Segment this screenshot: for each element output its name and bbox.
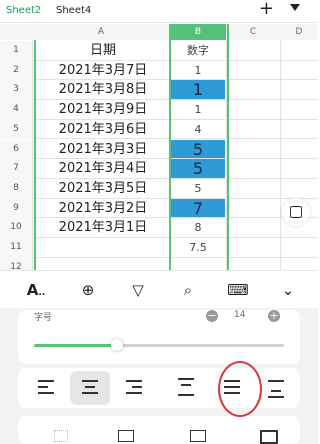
cell-d[interactable]: [280, 179, 318, 199]
outer-border-icon[interactable]: [190, 430, 206, 442]
row-header[interactable]: 5: [0, 119, 32, 140]
text-format-icon[interactable]: A..: [22, 279, 50, 301]
font-size-label: 字号: [34, 313, 53, 323]
align-bottom-button[interactable]: [256, 371, 296, 405]
column-header-c[interactable]: C: [226, 24, 280, 40]
font-size-value: 14: [234, 310, 246, 320]
row-header[interactable]: 11: [0, 238, 32, 258]
expand-view-button[interactable]: [282, 198, 310, 226]
filter-icon[interactable]: ▽: [124, 279, 152, 301]
insert-icon[interactable]: ⊕: [74, 279, 102, 301]
grid-line: [280, 40, 281, 270]
thick-border-icon[interactable]: [260, 430, 278, 444]
align-right-button[interactable]: [114, 371, 154, 405]
cell-a[interactable]: 2021年3月4日: [36, 159, 170, 179]
border-card: [18, 416, 300, 444]
cell-d[interactable]: [280, 159, 318, 179]
cell-a[interactable]: 2021年3月5日: [36, 179, 170, 199]
font-size-slider-fill: [34, 344, 117, 347]
align-top-button[interactable]: [166, 371, 206, 405]
row-header[interactable]: 1: [0, 41, 32, 61]
row-header[interactable]: 7: [0, 159, 32, 179]
cell-c[interactable]: [226, 218, 280, 238]
add-sheet-button[interactable]: +: [259, 0, 274, 20]
cell-a[interactable]: 2021年3月2日: [36, 199, 170, 219]
cell-c[interactable]: [226, 159, 280, 179]
collapse-icon[interactable]: ⌄: [274, 279, 302, 301]
row-header[interactable]: 8: [0, 178, 32, 199]
cell-a[interactable]: [36, 238, 170, 258]
cell-c[interactable]: [226, 61, 280, 81]
cell-d[interactable]: [280, 120, 318, 140]
column-header-d[interactable]: D: [280, 24, 318, 40]
cell-a[interactable]: 2021年3月1日: [36, 218, 170, 238]
keyboard-icon[interactable]: ⌨: [224, 279, 252, 301]
cell-c[interactable]: [226, 199, 280, 219]
row-header[interactable]: 9: [0, 198, 32, 219]
cell-d[interactable]: [280, 100, 318, 120]
cell-a[interactable]: 2021年3月9日: [36, 100, 170, 120]
sheet-tab-bar: Sheet2 Sheet4 +: [0, 0, 318, 23]
font-size-slider-knob[interactable]: [110, 339, 123, 351]
cell-a[interactable]: 2021年3月8日: [36, 80, 170, 101]
cell-c[interactable]: [226, 100, 280, 120]
cell-d[interactable]: [280, 61, 318, 81]
align-left-button[interactable]: [26, 371, 66, 405]
cell-a[interactable]: 日期: [36, 41, 170, 61]
all-borders-icon[interactable]: [118, 430, 134, 442]
column-header-a[interactable]: A: [32, 24, 170, 40]
select-all-corner[interactable]: [0, 24, 32, 40]
sheet-menu-chevron-icon[interactable]: [290, 4, 300, 11]
annotation-circle: [218, 361, 262, 417]
align-center-button[interactable]: [70, 371, 110, 405]
row-header[interactable]: 3: [0, 80, 32, 101]
edit-toolbar: A.. ⊕ ▽ ⌕ ⌨ ⌄: [0, 270, 318, 309]
row-header[interactable]: 6: [0, 139, 32, 160]
format-panel: 字号 − 14 +: [0, 308, 318, 444]
cell-d[interactable]: [280, 140, 318, 160]
column-selection-border: [169, 24, 229, 270]
sheet-tab-sheet2[interactable]: Sheet2: [6, 0, 41, 22]
cell-d[interactable]: [280, 41, 318, 61]
cell-c[interactable]: [226, 140, 280, 160]
cell-a[interactable]: 2021年3月6日: [36, 120, 170, 140]
cell-a[interactable]: 2021年3月3日: [36, 140, 170, 160]
no-border-icon[interactable]: [54, 430, 68, 442]
grid-line: [32, 40, 33, 270]
cell-c[interactable]: [226, 120, 280, 140]
cell-a[interactable]: 2021年3月7日: [36, 61, 170, 81]
cell-d[interactable]: [280, 80, 318, 101]
decrease-font-button[interactable]: −: [206, 310, 218, 322]
cell-c[interactable]: [226, 238, 280, 258]
cell-c[interactable]: [226, 179, 280, 199]
cell-c[interactable]: [226, 41, 280, 61]
font-size-card: 字号 − 14 +: [18, 310, 300, 364]
row-header[interactable]: 4: [0, 100, 32, 120]
increase-font-button[interactable]: +: [268, 310, 280, 322]
sheet-tab-sheet4[interactable]: Sheet4: [56, 0, 91, 22]
row-header[interactable]: 10: [0, 218, 32, 238]
expand-icon: [290, 206, 302, 218]
cell-d[interactable]: [280, 238, 318, 258]
selection-handle-line: [34, 40, 36, 270]
find-icon[interactable]: ⌕: [174, 279, 202, 301]
row-header[interactable]: 2: [0, 60, 32, 81]
cell-c[interactable]: [226, 80, 280, 101]
